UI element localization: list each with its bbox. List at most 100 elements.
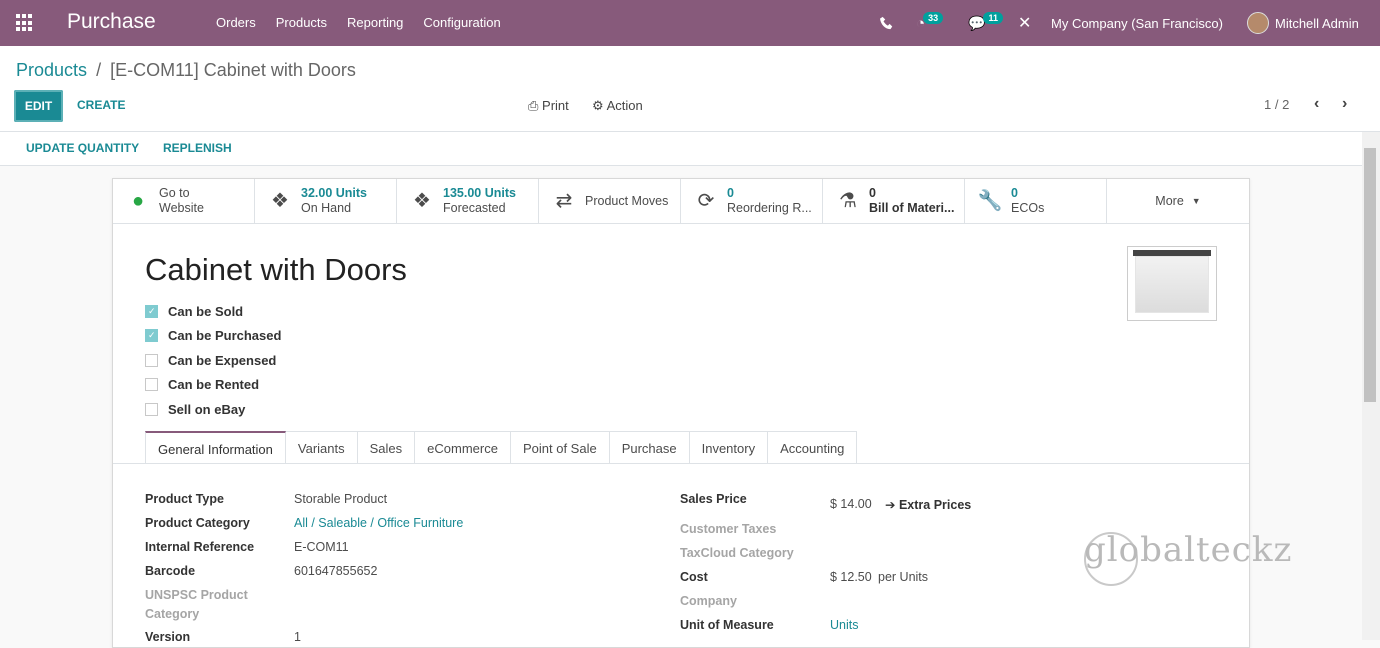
go-to-website-button[interactable]: ● Go to Website [113,179,255,223]
product-moves-button[interactable]: ⇄ Product Moves [539,179,681,223]
reordering-rules-button[interactable]: ⟳ 0 Reordering R... [681,179,823,223]
product-type-value[interactable]: Storable Product [294,492,387,506]
chevron-left-icon[interactable]: ‹ [1314,95,1319,113]
control-panel: Products / [E-COM11] Cabinet with Doors … [0,46,1380,132]
option-label: Can be Rented [168,377,260,393]
product-options: Can be Sold Can be Purchased Can be Expe… [145,299,281,422]
forecasted-label: Forecasted [443,201,506,215]
cost-unit: per Units [878,570,929,584]
checkbox-checked[interactable] [145,329,158,343]
menu-configuration[interactable]: Configuration [423,15,500,30]
breadcrumb-separator: / [96,60,102,80]
cabinet-body [1135,256,1209,313]
internal-reference-value[interactable]: E-COM11 [294,540,349,554]
unspsc-label-2: Category [145,607,200,621]
scrollbar[interactable] [1362,132,1380,640]
refresh-icon: ⟳ [697,189,715,212]
create-button[interactable]: CREATE [77,98,125,112]
option-label: Can be Sold [168,303,244,319]
menu-products[interactable]: Products [276,15,327,30]
option-can-be-rented[interactable]: Can be Rented [145,373,281,398]
product-name[interactable]: Cabinet with Doors [145,252,407,288]
checkbox-unchecked[interactable] [145,402,158,416]
tab-purchase[interactable]: Purchase [609,431,690,464]
forecasted-value: 135.00 Units [443,186,516,200]
extra-prices-label: Extra Prices [898,498,972,512]
ecos-button[interactable]: 🔧 0 ECOs [965,179,1107,223]
forecasted-button[interactable]: ❖ 135.00 Units Forecasted [397,179,539,223]
taxcloud-category-label: TaxCloud Category [680,546,794,560]
option-can-be-expensed[interactable]: Can be Expensed [145,348,281,373]
tab-inventory[interactable]: Inventory [689,431,769,464]
action-label: Action [606,98,643,113]
tab-general-information[interactable]: General Information [145,431,286,464]
print-menu[interactable]: ⎙ Print [528,98,569,114]
cubes-icon: ❖ [271,189,289,212]
messaging-menu[interactable]: 💬 11 [968,0,1003,46]
tab-sales[interactable]: Sales [357,431,416,464]
tab-point-of-sale[interactable]: Point of Sale [510,431,610,464]
pager-value[interactable]: 1 / 2 [1264,97,1289,112]
breadcrumb-current: [E-COM11] Cabinet with Doors [110,60,356,80]
product-category-label: Product Category [145,516,250,530]
breadcrumb-products[interactable]: Products [16,60,87,80]
option-can-be-sold[interactable]: Can be Sold [145,299,281,324]
extra-prices-button[interactable]: ➔ Extra Prices [885,497,971,512]
menu-reporting[interactable]: Reporting [347,15,403,30]
phone-icon[interactable] [880,0,894,46]
more-button[interactable]: More ▼ [1107,179,1249,223]
checkbox-unchecked[interactable] [145,378,158,392]
checkbox-unchecked[interactable] [145,353,158,367]
barcode-value[interactable]: 601647855652 [294,564,377,578]
ecos-count: 0 [1011,186,1018,200]
activity-badge: 33 [923,12,944,24]
print-label: Print [542,98,569,113]
checkbox-checked[interactable] [145,304,158,318]
edit-button[interactable]: EDIT [14,90,63,122]
cubes-icon: ❖ [413,189,431,212]
option-label: Sell on eBay [168,401,246,417]
uom-value[interactable]: Units [830,618,858,632]
product-image[interactable] [1127,246,1217,321]
form-statusbar: UPDATE QUANTITY REPLENISH [0,132,1362,166]
more-label: More [1155,193,1184,208]
tab-variants[interactable]: Variants [285,431,358,464]
sales-price-label: Sales Price [680,492,747,506]
product-category-value[interactable]: All / Saleable / Office Furniture [294,516,463,530]
option-sell-on-ebay[interactable]: Sell on eBay [145,397,281,422]
option-can-be-purchased[interactable]: Can be Purchased [145,324,281,349]
activity-menu[interactable]: ◔ 33 [916,0,944,46]
globe-icon: ● [131,189,145,212]
flask-icon: ⚗ [839,189,857,212]
on-hand-label: On Hand [301,201,352,215]
debug-tools-icon[interactable]: ✕ [1018,0,1031,46]
menu-orders[interactable]: Orders [216,15,256,30]
apps-menu-icon[interactable] [16,14,34,32]
wrench-icon: 🔧 [977,189,1003,212]
chevron-right-icon[interactable]: › [1342,95,1347,113]
product-type-label: Product Type [145,492,224,506]
company-label: Company [680,594,737,608]
tab-accounting[interactable]: Accounting [768,431,858,464]
scrollbar-thumb[interactable] [1364,148,1376,402]
bom-count: 0 [869,186,876,200]
app-name[interactable]: Purchase [67,10,156,34]
tabs-divider [113,463,1249,464]
uom-label: Unit of Measure [680,618,774,632]
update-quantity-button[interactable]: UPDATE QUANTITY [26,141,139,155]
action-menu[interactable]: ⚙ Action [592,98,643,114]
cost-value[interactable]: $ 12.50 [830,570,872,584]
on-hand-button[interactable]: ❖ 32.00 Units On Hand [255,179,397,223]
user-name: Mitchell Admin [1275,15,1359,31]
user-menu[interactable]: Mitchell Admin [1247,0,1359,46]
company-switcher[interactable]: My Company (San Francisco) [1051,0,1223,46]
reordering-count: 0 [727,186,734,200]
barcode-label: Barcode [145,564,196,578]
replenish-button[interactable]: REPLENISH [163,141,232,155]
gear-icon: ⚙ [592,98,604,113]
tab-ecommerce[interactable]: eCommerce [415,431,511,464]
top-menu: Orders Products Reporting Configuration [216,15,521,30]
bill-of-materials-button[interactable]: ⚗ 0 Bill of Materi... [823,179,965,223]
sales-price-value[interactable]: $ 14.00 [830,497,872,511]
product-moves-label: Product Moves [585,193,669,208]
